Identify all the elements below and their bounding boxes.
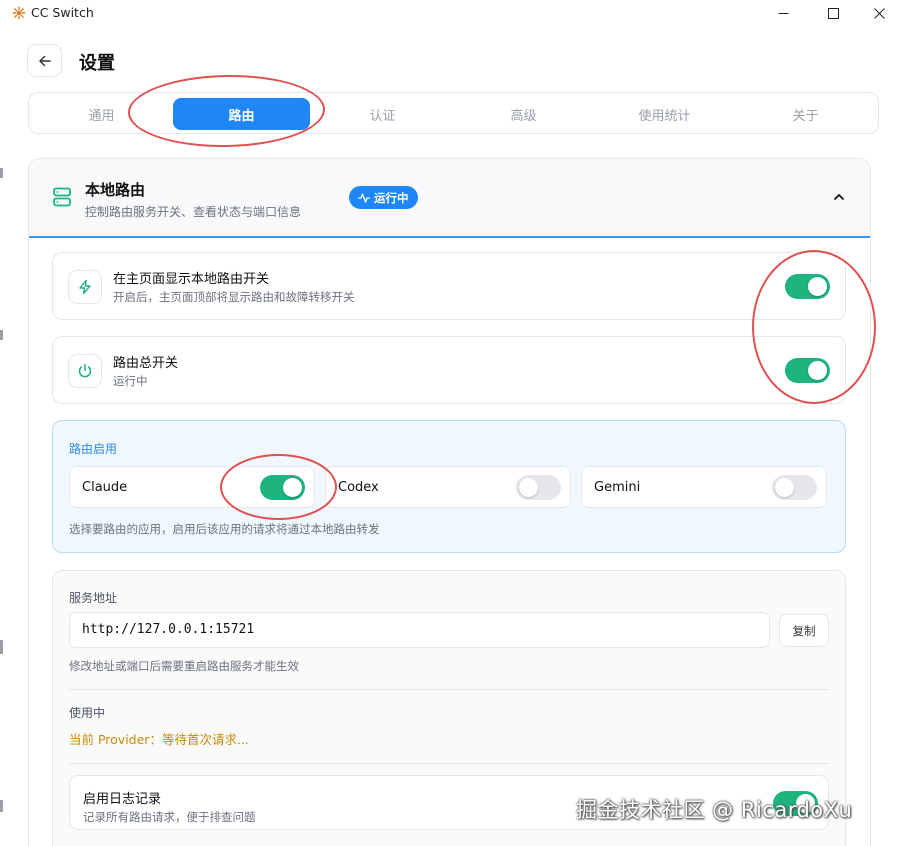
app-tile-codex: Codex xyxy=(325,466,571,508)
routing-apps-panel: 路由启用 Claude Codex Gemini 选择要路由的应用，启用后该应用… xyxy=(52,420,846,553)
annotation-circle-claude xyxy=(220,454,337,520)
server-icon xyxy=(53,187,71,207)
window-titlebar: CC Switch xyxy=(0,0,907,26)
status-badge: 运行中 xyxy=(349,186,418,209)
back-button[interactable] xyxy=(27,44,62,77)
arrow-left-icon xyxy=(38,55,51,66)
section-subtitle: 控制路由服务开关、查看状态与端口信息 xyxy=(85,205,302,219)
row-title: 路由总开关 xyxy=(113,356,179,371)
close-icon xyxy=(873,7,885,19)
background-window-edge xyxy=(0,640,3,654)
section-header[interactable]: 本地路由 控制路由服务开关、查看状态与端口信息 运行中 xyxy=(29,159,870,238)
logging-description: 记录所有路由请求，便于排查问题 xyxy=(83,810,256,824)
chevron-up-icon[interactable] xyxy=(831,189,847,205)
row-description: 运行中 xyxy=(113,374,148,388)
show-routing-switch-row: 在主页面显示本地路由开关 开启后，主页面顶部将显示路由和故障转移开关 xyxy=(52,252,846,320)
app-name: Gemini xyxy=(594,480,641,495)
copy-button[interactable]: 复制 xyxy=(779,614,829,647)
status-badge-label: 运行中 xyxy=(374,190,409,205)
maximize-icon xyxy=(827,7,839,19)
tab-usage-stats[interactable]: 使用统计 xyxy=(596,98,733,130)
app-tile-gemini: Gemini xyxy=(581,466,827,508)
divider xyxy=(69,763,829,764)
gemini-routing-toggle[interactable] xyxy=(772,475,817,500)
routing-apps-note: 选择要路由的应用，启用后该应用的请求将通过本地路由转发 xyxy=(69,522,380,536)
tab-auth[interactable]: 认证 xyxy=(314,98,451,130)
row-description: 开启后，主页面顶部将显示路由和故障转移开关 xyxy=(113,290,355,304)
background-window-edge xyxy=(0,168,3,178)
power-icon xyxy=(78,363,92,378)
annotation-circle-routing-tab xyxy=(127,73,326,149)
routing-master-switch-row: 路由总开关 运行中 xyxy=(52,336,846,404)
app-name: Claude xyxy=(82,480,128,495)
maximize-button[interactable] xyxy=(810,0,856,26)
tab-advanced[interactable]: 高级 xyxy=(455,98,592,130)
divider xyxy=(69,689,829,690)
row-title: 在主页面显示本地路由开关 xyxy=(113,272,270,287)
toggle-knob xyxy=(775,478,794,497)
row-icon-box xyxy=(68,270,102,304)
service-address-label: 服务地址 xyxy=(69,591,118,605)
activity-icon xyxy=(358,192,370,203)
lightning-icon xyxy=(79,279,91,295)
codex-routing-toggle[interactable] xyxy=(516,475,561,500)
service-address-input[interactable]: http://127.0.0.1:15721 xyxy=(69,612,770,648)
page-title: 设置 xyxy=(79,53,115,74)
section-title: 本地路由 xyxy=(85,181,146,199)
background-window-edge xyxy=(0,800,3,812)
service-address-hint: 修改地址或端口后需要重启路由服务才能生效 xyxy=(69,659,299,673)
close-window-button[interactable] xyxy=(856,0,902,26)
background-window-edge xyxy=(0,330,3,340)
app-logo-icon xyxy=(12,6,26,20)
annotation-circle-switches xyxy=(752,250,876,404)
routing-apps-label: 路由启用 xyxy=(69,442,118,456)
minimize-button[interactable] xyxy=(760,0,806,26)
minimize-icon xyxy=(778,12,788,14)
watermark-text: 掘金技术社区 @ RicardoXu xyxy=(576,798,853,822)
logging-title: 启用日志记录 xyxy=(83,792,162,807)
current-provider-text: 当前 Provider：等待首次请求... xyxy=(69,732,249,747)
row-icon-box xyxy=(68,354,102,388)
window-title: CC Switch xyxy=(31,5,94,20)
tab-about[interactable]: 关于 xyxy=(737,98,874,130)
in-use-label: 使用中 xyxy=(69,706,106,720)
app-name: Codex xyxy=(338,480,379,495)
toggle-knob xyxy=(519,478,538,497)
